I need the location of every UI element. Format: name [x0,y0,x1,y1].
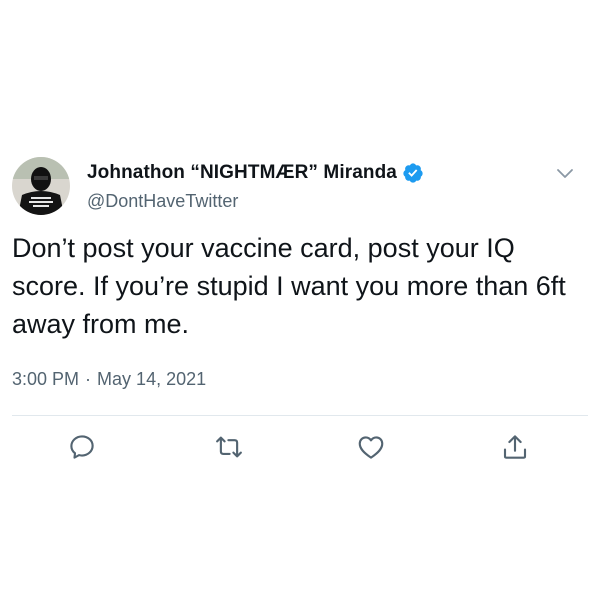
avatar[interactable] [12,157,70,215]
author-name-row[interactable]: Johnathon “NIGHTMÆR” Miranda [87,160,424,186]
reply-icon[interactable] [67,432,97,462]
tweet-date[interactable]: May 14, 2021 [97,369,206,390]
retweet-icon[interactable] [214,432,244,462]
tweet: Johnathon “NIGHTMÆR” Miranda @DontHaveTw… [0,0,600,600]
share-icon[interactable] [500,432,530,462]
display-name[interactable]: Johnathon “NIGHTMÆR” Miranda [87,162,397,184]
tweet-timestamp[interactable]: 3:00 PM · May 14, 2021 [12,369,206,390]
tweet-time[interactable]: 3:00 PM [12,369,79,390]
like-icon[interactable] [356,432,386,462]
divider [12,415,588,416]
avatar-image [12,157,70,215]
author-handle[interactable]: @DontHaveTwitter [87,191,238,212]
tweet-text: Don’t post your vaccine card, post your … [12,233,574,339]
chevron-down-icon[interactable] [554,162,576,184]
verified-badge-icon [402,162,424,184]
timestamp-separator: · [85,369,92,389]
